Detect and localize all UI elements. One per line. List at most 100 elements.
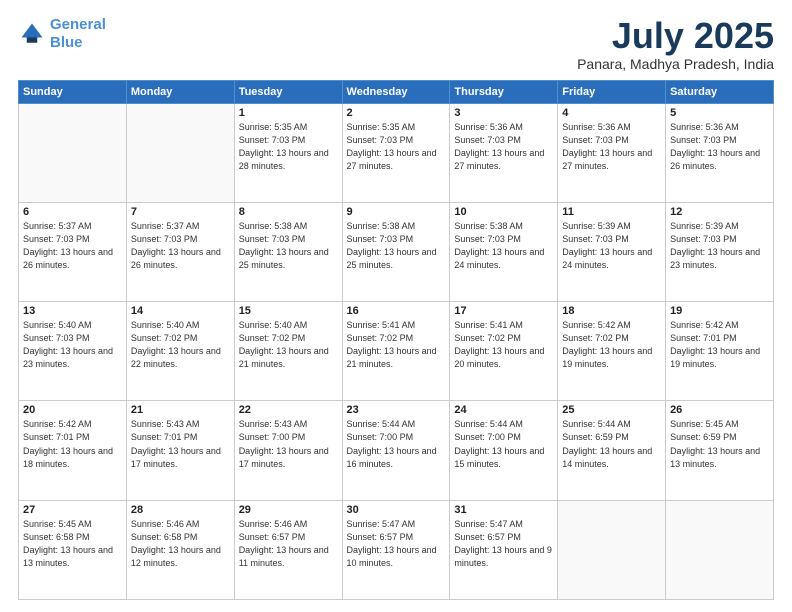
day-detail: Sunrise: 5:40 AMSunset: 7:02 PMDaylight:…	[131, 319, 230, 371]
calendar-week-row: 6 Sunrise: 5:37 AMSunset: 7:03 PMDaylight…	[19, 202, 774, 301]
day-detail: Sunrise: 5:36 AMSunset: 7:03 PMDaylight:…	[562, 121, 661, 173]
day-detail: Sunrise: 5:36 AMSunset: 7:03 PMDaylight:…	[454, 121, 553, 173]
day-number: 5	[670, 107, 769, 119]
calendar-weekday-header: Monday	[126, 80, 234, 103]
month-title: July 2025	[577, 16, 774, 56]
day-number: 24	[454, 404, 553, 416]
calendar-day-cell: 25Sunrise: 5:44 AMSunset: 6:59 PMDayligh…	[558, 401, 666, 500]
calendar-day-cell	[126, 103, 234, 202]
calendar-day-cell: 1 Sunrise: 5:35 AMSunset: 7:03 PMDaylight…	[234, 103, 342, 202]
calendar-day-cell: 22 Sunrise: 5:43 AMSunset: 7:00 PMDayligh…	[234, 401, 342, 500]
logo: General Blue	[18, 16, 106, 52]
day-number: 8	[239, 206, 338, 218]
day-detail: Sunrise: 5:44 AMSunset: 7:00 PMDaylight:…	[454, 418, 553, 470]
day-detail: Sunrise: 5:36 AMSunset: 7:03 PMDaylight:…	[670, 121, 769, 173]
calendar-day-cell: 31 Sunrise: 5:47 AMSunset: 6:57 PMDayligh…	[450, 500, 558, 599]
logo-line1: General	[50, 16, 106, 33]
calendar-day-cell: 18Sunrise: 5:42 AMSunset: 7:02 PMDayligh…	[558, 302, 666, 401]
calendar-day-cell: 10 Sunrise: 5:38 AMSunset: 7:03 PMDayligh…	[450, 202, 558, 301]
day-detail: Sunrise: 5:42 AMSunset: 7:01 PMDaylight:…	[23, 418, 122, 470]
day-number: 18	[562, 305, 661, 317]
calendar-weekday-header: Friday	[558, 80, 666, 103]
calendar-table: SundayMondayTuesdayWednesdayThursdayFrid…	[18, 80, 774, 600]
calendar-day-cell	[558, 500, 666, 599]
logo-icon	[18, 20, 46, 48]
calendar-day-cell: 17 Sunrise: 5:41 AMSunset: 7:02 PMDayligh…	[450, 302, 558, 401]
day-number: 19	[670, 305, 769, 317]
day-number: 14	[131, 305, 230, 317]
day-detail: Sunrise: 5:35 AMSunset: 7:03 PMDaylight:…	[239, 121, 338, 173]
calendar-day-cell: 11 Sunrise: 5:39 AMSunset: 7:03 PMDayligh…	[558, 202, 666, 301]
day-number: 1	[239, 107, 338, 119]
calendar-weekday-header: Tuesday	[234, 80, 342, 103]
day-detail: Sunrise: 5:46 AMSunset: 6:58 PMDaylight:…	[131, 518, 230, 570]
day-detail: Sunrise: 5:45 AMSunset: 6:58 PMDaylight:…	[23, 518, 122, 570]
header: General Blue July 2025 Panara, Madhya Pr…	[18, 16, 774, 72]
calendar-day-cell: 28Sunrise: 5:46 AMSunset: 6:58 PMDayligh…	[126, 500, 234, 599]
day-number: 22	[239, 404, 338, 416]
calendar-week-row: 20Sunrise: 5:42 AMSunset: 7:01 PMDayligh…	[19, 401, 774, 500]
calendar-day-cell: 29Sunrise: 5:46 AMSunset: 6:57 PMDayligh…	[234, 500, 342, 599]
day-detail: Sunrise: 5:45 AMSunset: 6:59 PMDaylight:…	[670, 418, 769, 470]
calendar-week-row: 13 Sunrise: 5:40 AMSunset: 7:03 PMDayligh…	[19, 302, 774, 401]
day-detail: Sunrise: 5:38 AMSunset: 7:03 PMDaylight:…	[454, 220, 553, 272]
calendar-day-cell: 8Sunrise: 5:38 AMSunset: 7:03 PMDaylight…	[234, 202, 342, 301]
day-number: 17	[454, 305, 553, 317]
calendar-day-cell: 9Sunrise: 5:38 AMSunset: 7:03 PMDaylight…	[342, 202, 450, 301]
calendar-week-row: 27Sunrise: 5:45 AMSunset: 6:58 PMDayligh…	[19, 500, 774, 599]
calendar-day-cell: 27Sunrise: 5:45 AMSunset: 6:58 PMDayligh…	[19, 500, 127, 599]
day-detail: Sunrise: 5:40 AMSunset: 7:03 PMDaylight:…	[23, 319, 122, 371]
calendar-day-cell: 5 Sunrise: 5:36 AMSunset: 7:03 PMDaylight…	[666, 103, 774, 202]
day-number: 26	[670, 404, 769, 416]
calendar-day-cell: 6 Sunrise: 5:37 AMSunset: 7:03 PMDaylight…	[19, 202, 127, 301]
day-number: 30	[347, 504, 446, 516]
day-number: 15	[239, 305, 338, 317]
title-block: July 2025 Panara, Madhya Pradesh, India	[577, 16, 774, 72]
day-number: 13	[23, 305, 122, 317]
day-detail: Sunrise: 5:42 AMSunset: 7:01 PMDaylight:…	[670, 319, 769, 371]
day-detail: Sunrise: 5:35 AMSunset: 7:03 PMDaylight:…	[347, 121, 446, 173]
day-number: 31	[454, 504, 553, 516]
day-detail: Sunrise: 5:37 AMSunset: 7:03 PMDaylight:…	[23, 220, 122, 272]
day-number: 16	[347, 305, 446, 317]
calendar-day-cell: 13 Sunrise: 5:40 AMSunset: 7:03 PMDayligh…	[19, 302, 127, 401]
calendar-weekday-header: Sunday	[19, 80, 127, 103]
calendar-day-cell: 26 Sunrise: 5:45 AMSunset: 6:59 PMDayligh…	[666, 401, 774, 500]
day-number: 4	[562, 107, 661, 119]
day-detail: Sunrise: 5:39 AMSunset: 7:03 PMDaylight:…	[670, 220, 769, 272]
calendar-day-cell: 20Sunrise: 5:42 AMSunset: 7:01 PMDayligh…	[19, 401, 127, 500]
day-number: 6	[23, 206, 122, 218]
day-number: 3	[454, 107, 553, 119]
calendar-day-cell: 15 Sunrise: 5:40 AMSunset: 7:02 PMDayligh…	[234, 302, 342, 401]
calendar-weekday-header: Thursday	[450, 80, 558, 103]
day-number: 12	[670, 206, 769, 218]
day-detail: Sunrise: 5:43 AMSunset: 7:00 PMDaylight:…	[239, 418, 338, 470]
day-detail: Sunrise: 5:37 AMSunset: 7:03 PMDaylight:…	[131, 220, 230, 272]
calendar-day-cell: 19 Sunrise: 5:42 AMSunset: 7:01 PMDayligh…	[666, 302, 774, 401]
calendar-day-cell: 12 Sunrise: 5:39 AMSunset: 7:03 PMDayligh…	[666, 202, 774, 301]
day-detail: Sunrise: 5:41 AMSunset: 7:02 PMDaylight:…	[347, 319, 446, 371]
calendar-day-cell: 7 Sunrise: 5:37 AMSunset: 7:03 PMDaylight…	[126, 202, 234, 301]
day-detail: Sunrise: 5:44 AMSunset: 6:59 PMDaylight:…	[562, 418, 661, 470]
day-detail: Sunrise: 5:46 AMSunset: 6:57 PMDaylight:…	[239, 518, 338, 570]
calendar-day-cell	[666, 500, 774, 599]
calendar-header-row: SundayMondayTuesdayWednesdayThursdayFrid…	[19, 80, 774, 103]
day-detail: Sunrise: 5:41 AMSunset: 7:02 PMDaylight:…	[454, 319, 553, 371]
calendar-day-cell: 30Sunrise: 5:47 AMSunset: 6:57 PMDayligh…	[342, 500, 450, 599]
day-detail: Sunrise: 5:47 AMSunset: 6:57 PMDaylight:…	[454, 518, 553, 570]
day-detail: Sunrise: 5:40 AMSunset: 7:02 PMDaylight:…	[239, 319, 338, 371]
day-number: 10	[454, 206, 553, 218]
calendar-day-cell: 2 Sunrise: 5:35 AMSunset: 7:03 PMDaylight…	[342, 103, 450, 202]
calendar-day-cell: 23Sunrise: 5:44 AMSunset: 7:00 PMDayligh…	[342, 401, 450, 500]
day-number: 2	[347, 107, 446, 119]
calendar-day-cell: 3 Sunrise: 5:36 AMSunset: 7:03 PMDaylight…	[450, 103, 558, 202]
day-number: 7	[131, 206, 230, 218]
calendar-day-cell	[19, 103, 127, 202]
location: Panara, Madhya Pradesh, India	[577, 56, 774, 72]
day-number: 21	[131, 404, 230, 416]
day-detail: Sunrise: 5:39 AMSunset: 7:03 PMDaylight:…	[562, 220, 661, 272]
calendar-week-row: 1 Sunrise: 5:35 AMSunset: 7:03 PMDaylight…	[19, 103, 774, 202]
logo-line2: Blue	[50, 34, 83, 51]
day-number: 11	[562, 206, 661, 218]
calendar-day-cell: 14 Sunrise: 5:40 AMSunset: 7:02 PMDayligh…	[126, 302, 234, 401]
